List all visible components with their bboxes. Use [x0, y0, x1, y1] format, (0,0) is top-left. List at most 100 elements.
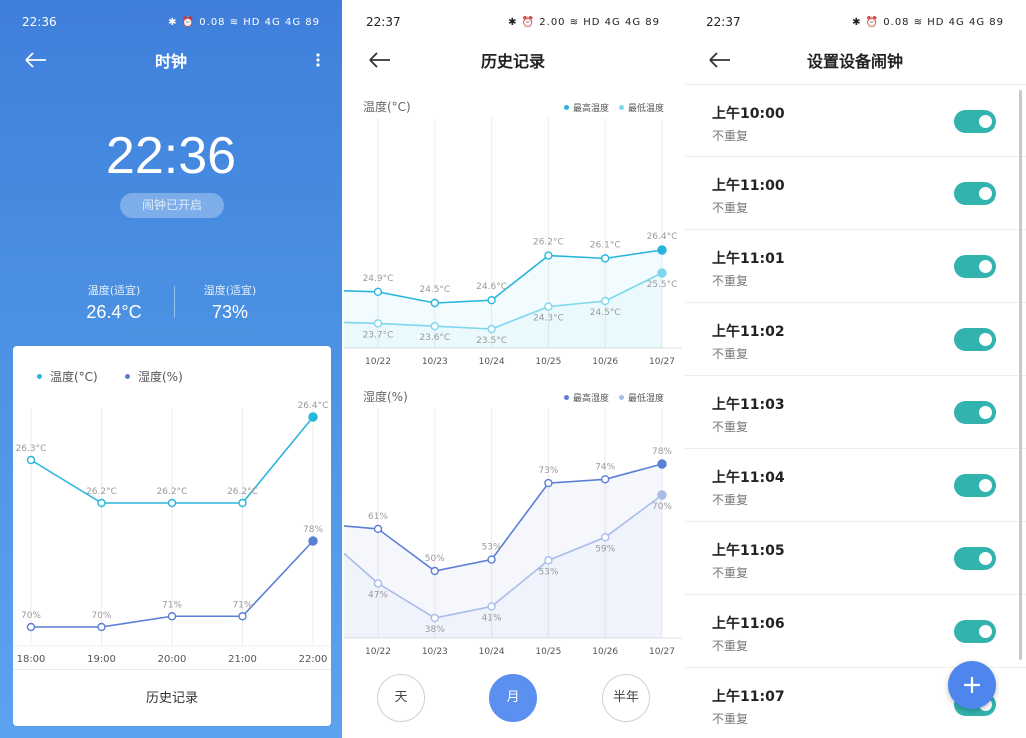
status-bar: 22:37 ✱ ⏰ 2.00 ≋ HD 4G 4G 89 — [344, 0, 682, 44]
back-arrow-icon[interactable] — [706, 46, 736, 74]
data-label: 78% — [303, 525, 323, 535]
data-label: 47% — [368, 590, 388, 600]
humidity-history-chart: 10/22 10/23 10/24 10/25 10/26 10/27 61% 50% 53% 7… — [344, 408, 682, 657]
alarm-row[interactable]: 上午11:01 不重复 — [684, 230, 1026, 303]
data-point — [26, 455, 36, 465]
data-point — [167, 612, 177, 621]
alarm-toggle[interactable] — [954, 182, 996, 205]
alarm-repeat: 不重复 — [712, 420, 749, 434]
data-point — [430, 566, 440, 576]
hourly-chart: 18:00 19:00 20:00 21:00 22:00 26.3°C 26.2°C 26.… — [13, 401, 331, 665]
alarm-row[interactable]: 上午11:03 不重复 — [684, 376, 1026, 449]
alarm-repeat: 不重复 — [712, 129, 749, 143]
back-arrow-icon[interactable] — [22, 46, 52, 74]
toggle-knob — [979, 115, 992, 128]
data-label: 71% — [232, 600, 252, 610]
legend-max-humid: 最高湿度 — [572, 394, 609, 404]
alarm-row[interactable]: 上午11:02 不重复 — [684, 303, 1026, 376]
alarm-toggle[interactable] — [954, 110, 996, 133]
data-point — [601, 296, 610, 306]
alarm-row[interactable]: 上午11:05 不重复 — [684, 522, 1026, 595]
data-point — [430, 613, 440, 623]
alarm-toggle[interactable] — [954, 328, 996, 351]
app-bar: 设置设备闹钟 — [684, 40, 1026, 80]
alarm-row[interactable]: 上午10:00 不重复 — [684, 84, 1026, 157]
period-halfyear-button[interactable]: 半年 — [602, 674, 650, 722]
toggle-knob — [979, 625, 992, 638]
data-point — [97, 622, 106, 632]
alarm-row[interactable]: 上午11:06 不重复 — [684, 595, 1026, 668]
data-label: 70% — [91, 611, 111, 621]
alarm-time: 上午11:05 — [712, 543, 785, 559]
back-arrow-icon[interactable] — [366, 46, 396, 74]
alarm-toggle[interactable] — [954, 255, 996, 278]
add-alarm-button[interactable] — [948, 661, 996, 709]
alarm-row[interactable]: 上午11:00 不重复 — [684, 157, 1026, 230]
x-tick-label: 10/22 — [365, 357, 391, 367]
toggle-knob — [979, 260, 992, 273]
page-title: 设置设备闹钟 — [806, 52, 903, 71]
data-label: 71% — [162, 600, 182, 610]
data-label: 26.4°C — [298, 401, 329, 411]
alarm-repeat: 不重复 — [712, 639, 749, 653]
toggle-knob — [979, 406, 992, 419]
data-label: 24.9°C — [363, 274, 394, 284]
app-bar: 时钟 — [0, 40, 342, 80]
toggle-knob — [979, 187, 992, 200]
alarm-repeat: 不重复 — [712, 274, 749, 288]
data-label: 26.3°C — [16, 444, 47, 454]
alarm-toggle[interactable] — [954, 620, 996, 643]
status-time: 22:37 — [366, 15, 401, 29]
x-tick-label: 20:00 — [158, 654, 187, 665]
data-point — [97, 498, 106, 508]
alarm-time: 上午11:02 — [712, 324, 785, 340]
data-label: 61% — [368, 512, 388, 522]
alarm-status-pill[interactable]: 闹钟已开启 — [120, 193, 224, 218]
x-tick-label: 10/23 — [422, 647, 448, 657]
data-point — [601, 475, 610, 484]
data-label: 70% — [21, 611, 41, 621]
more-menu-icon[interactable] — [312, 46, 324, 74]
alarm-repeat: 不重复 — [712, 347, 749, 361]
data-point — [544, 251, 553, 260]
data-point — [657, 245, 667, 255]
legend-dot — [563, 395, 569, 400]
data-point — [657, 268, 667, 278]
toggle-knob — [979, 552, 992, 565]
x-tick-label: 21:00 — [228, 654, 257, 665]
data-label: 26.1°C — [590, 240, 621, 250]
alarm-time: 上午11:00 — [712, 178, 785, 194]
data-point — [167, 498, 177, 508]
data-point — [308, 412, 318, 422]
period-day-button[interactable]: 天 — [377, 674, 425, 722]
alarm-time: 上午10:00 — [712, 106, 785, 122]
data-label: 74% — [595, 462, 615, 472]
clock-screen: 22:36 ✱ ⏰ 0.08 ≋ HD 4G 4G 89 时钟 22:36 闹钟… — [0, 0, 342, 738]
alarm-toggle[interactable] — [954, 401, 996, 424]
data-label: 24.6°C — [476, 282, 507, 292]
data-point — [238, 498, 247, 508]
alarm-row[interactable]: 上午11:04 不重复 — [684, 449, 1026, 522]
data-label: 24.5°C — [590, 308, 621, 318]
history-button[interactable]: 历史记录 — [13, 669, 331, 726]
alarm-time: 上午11:04 — [712, 470, 785, 486]
alarm-toggle[interactable] — [954, 547, 996, 570]
x-tick-label: 10/22 — [365, 647, 391, 657]
legend-min-humid: 最低湿度 — [627, 394, 664, 404]
humidity-legend: 最高湿度 最低湿度 — [554, 391, 664, 404]
data-point — [601, 254, 610, 263]
data-label: 26.2°C — [227, 487, 258, 497]
status-icons: ✱ ⏰ 2.00 ≋ HD 4G 4G 89 — [508, 16, 660, 28]
toggle-knob — [979, 333, 992, 346]
alarm-toggle[interactable] — [954, 474, 996, 497]
alarm-time: 上午11:06 — [712, 616, 785, 632]
x-tick-label: 10/27 — [649, 357, 675, 367]
x-tick-label: 10/25 — [535, 357, 561, 367]
plus-icon — [964, 677, 980, 693]
data-label: 26.2°C — [157, 487, 188, 497]
scrollbar[interactable] — [1019, 90, 1022, 660]
data-point — [487, 555, 496, 564]
alarm-repeat: 不重复 — [712, 201, 749, 215]
period-month-button[interactable]: 月 — [489, 674, 537, 722]
data-label: 59% — [595, 544, 615, 554]
